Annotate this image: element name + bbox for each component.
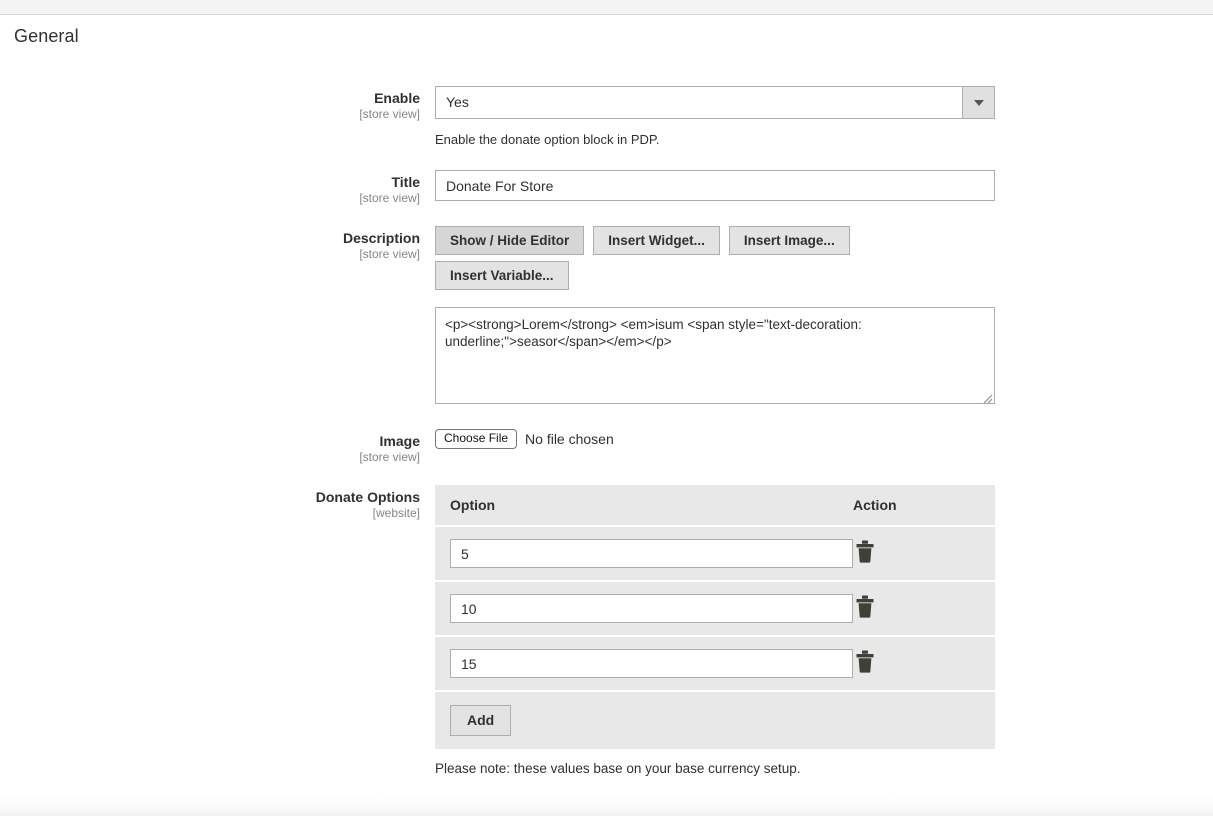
image-file-row: Choose File No file chosen <box>435 429 1213 449</box>
option-input-1[interactable] <box>450 539 853 568</box>
field-image-control: Choose File No file chosen <box>435 429 1213 449</box>
choose-file-button[interactable]: Choose File <box>435 429 518 449</box>
field-description-control: Show / Hide Editor Insert Widget... Inse… <box>435 226 1213 409</box>
add-cell: Add <box>435 691 995 749</box>
insert-variable-button[interactable]: Insert Variable... <box>435 261 569 290</box>
delete-option-button-1[interactable] <box>855 540 875 563</box>
field-description-label: Description [store view] <box>0 226 435 262</box>
delete-option-button-2[interactable] <box>855 595 875 618</box>
trash-icon <box>856 650 874 673</box>
field-title-label: Title [store view] <box>0 170 435 206</box>
field-enable-control: Yes Enable the donate option block in PD… <box>435 86 1213 148</box>
page-top-strip <box>0 0 1213 15</box>
general-settings-form: Enable [store view] Yes Enable the donat… <box>0 86 1213 777</box>
table-row <box>435 526 995 582</box>
field-donate-options: Donate Options [website] Option Action 5… <box>0 485 1213 777</box>
field-donate-options-label: Donate Options [website] <box>0 485 435 521</box>
trash-icon <box>856 540 874 563</box>
option-cell <box>435 636 853 692</box>
action-cell <box>853 581 995 637</box>
field-title-label-text: Title <box>391 174 420 190</box>
description-textarea[interactable]: <p><strong>Lorem</strong> <em>isum <span… <box>435 307 995 404</box>
field-description-scope: [store view] <box>359 247 420 261</box>
table-row <box>435 636 995 692</box>
description-textarea-wrap: <p><strong>Lorem</strong> <em>isum <span… <box>435 307 995 409</box>
action-cell <box>853 636 995 692</box>
option-cell <box>435 581 853 637</box>
column-header-option: Option <box>435 485 853 527</box>
field-title: Title [store view] <box>0 170 1213 206</box>
trash-icon <box>856 595 874 618</box>
column-header-action: Action <box>853 485 995 527</box>
show-hide-editor-button[interactable]: Show / Hide Editor <box>435 226 585 255</box>
page-title: General <box>14 26 79 46</box>
field-enable-label: Enable [store view] <box>0 86 435 122</box>
donate-options-note: Please note: these values base on your b… <box>435 761 801 776</box>
field-enable-label-text: Enable <box>374 90 420 106</box>
config-page: General Enable [store view] Yes Enable t… <box>0 0 1213 816</box>
field-image: Image [store view] Choose File No file c… <box>0 429 1213 465</box>
option-cell <box>435 526 853 582</box>
field-description: Description [store view] Show / Hide Edi… <box>0 226 1213 409</box>
table-add-row: Add <box>435 691 995 749</box>
delete-option-button-3[interactable] <box>855 650 875 673</box>
field-image-scope: [store view] <box>359 450 420 464</box>
field-title-scope: [store view] <box>359 191 420 205</box>
donate-options-table-head: Option Action <box>435 485 995 527</box>
enable-select-value[interactable]: Yes <box>435 86 995 119</box>
action-cell <box>853 526 995 582</box>
option-input-3[interactable] <box>450 649 853 678</box>
field-enable: Enable [store view] Yes Enable the donat… <box>0 86 1213 148</box>
title-input[interactable] <box>435 170 995 201</box>
add-option-button[interactable]: Add <box>450 705 512 736</box>
chevron-down-icon[interactable] <box>962 87 994 118</box>
field-enable-scope: [store view] <box>359 107 420 121</box>
table-row <box>435 581 995 637</box>
donate-options-table-body: Add <box>435 526 995 749</box>
field-donate-options-control: Option Action 5 10 15 Add Please note: t… <box>435 485 1213 777</box>
field-title-control <box>435 170 1213 201</box>
field-donate-options-scope: [website] <box>372 506 420 520</box>
field-description-label-text: Description <box>342 230 420 246</box>
field-donate-options-label-text: Donate Options <box>315 489 420 505</box>
insert-image-button[interactable]: Insert Image... <box>728 226 850 255</box>
insert-widget-button[interactable]: Insert Widget... <box>593 226 720 255</box>
editor-toolbar: Show / Hide Editor Insert Widget... Inse… <box>435 226 1213 296</box>
field-image-label: Image [store view] <box>0 429 435 465</box>
page-bottom-fade <box>0 796 1213 816</box>
file-status-text: No file chosen <box>525 431 614 447</box>
donate-options-table: Option Action 5 10 15 Add <box>435 485 995 749</box>
field-image-label-text: Image <box>379 433 420 449</box>
table-header-row: Option Action <box>435 485 995 527</box>
option-input-2[interactable] <box>450 594 853 623</box>
enable-select[interactable]: Yes <box>435 86 995 119</box>
field-enable-hint: Enable the donate option block in PDP. <box>435 132 660 147</box>
